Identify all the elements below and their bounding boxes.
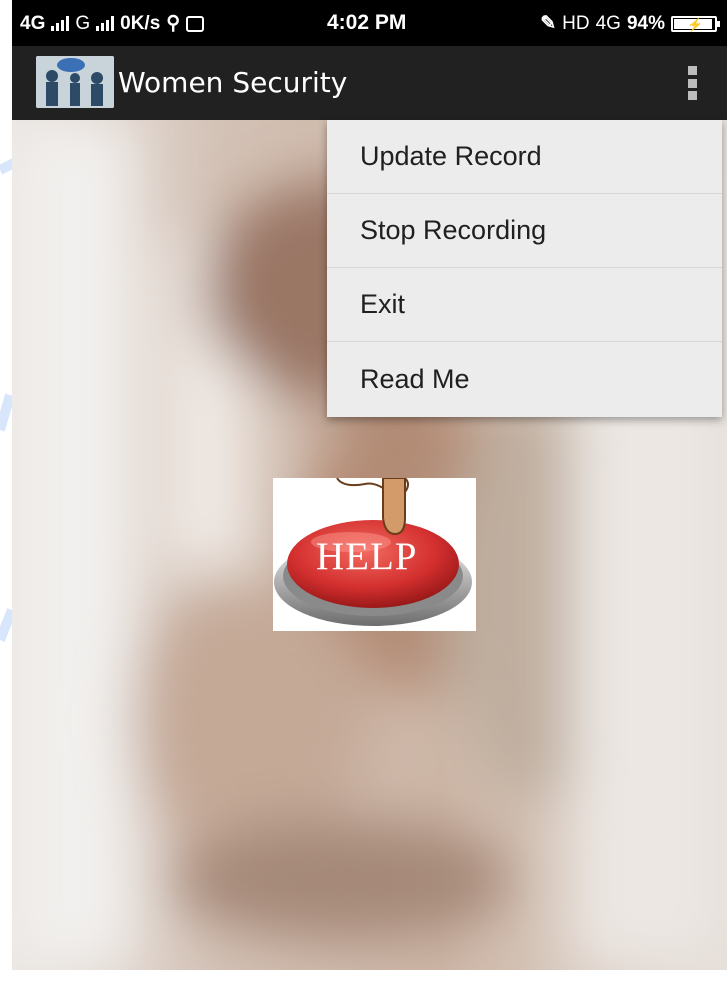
menu-item-exit[interactable]: Exit [327,268,722,342]
notification-icon [186,15,205,32]
signal-icon-2 [96,16,115,31]
network-type-1: 4G [20,12,46,34]
data-speed: 0K/s [120,12,161,34]
menu-item-read-me[interactable]: Read Me [327,342,722,417]
app-logo [36,56,114,108]
help-label: HELP [316,535,418,578]
network-type-3: 4G [595,12,621,34]
status-bar: 4G G 0K/s ⚲ 4:02 PM ✎ HD 4G 94% ⚡ [12,0,727,46]
more-vert-icon[interactable] [685,66,699,100]
help-button[interactable]: HELP [273,477,476,631]
network-type-2: G [75,12,91,34]
battery-icon: ⚡ [671,15,720,32]
menu-item-stop-recording[interactable]: Stop Recording [327,194,722,268]
usb-icon: ⚲ [166,13,181,34]
hd-label: HD [562,12,590,34]
clock: 4:02 PM [327,11,407,34]
battery-percent: 94% [626,12,665,34]
app-title: Women Security [118,66,348,99]
mute-icon: ✎ [540,13,557,34]
phone-screen: 4G G 0K/s ⚲ 4:02 PM ✎ HD 4G 94% ⚡ Women … [12,0,727,970]
menu-item-update-record[interactable]: Update Record [327,120,722,194]
overflow-menu: Update Record Stop Recording Exit Read M… [327,120,722,417]
signal-icon [51,16,70,31]
app-bar: Women Security [12,46,727,120]
